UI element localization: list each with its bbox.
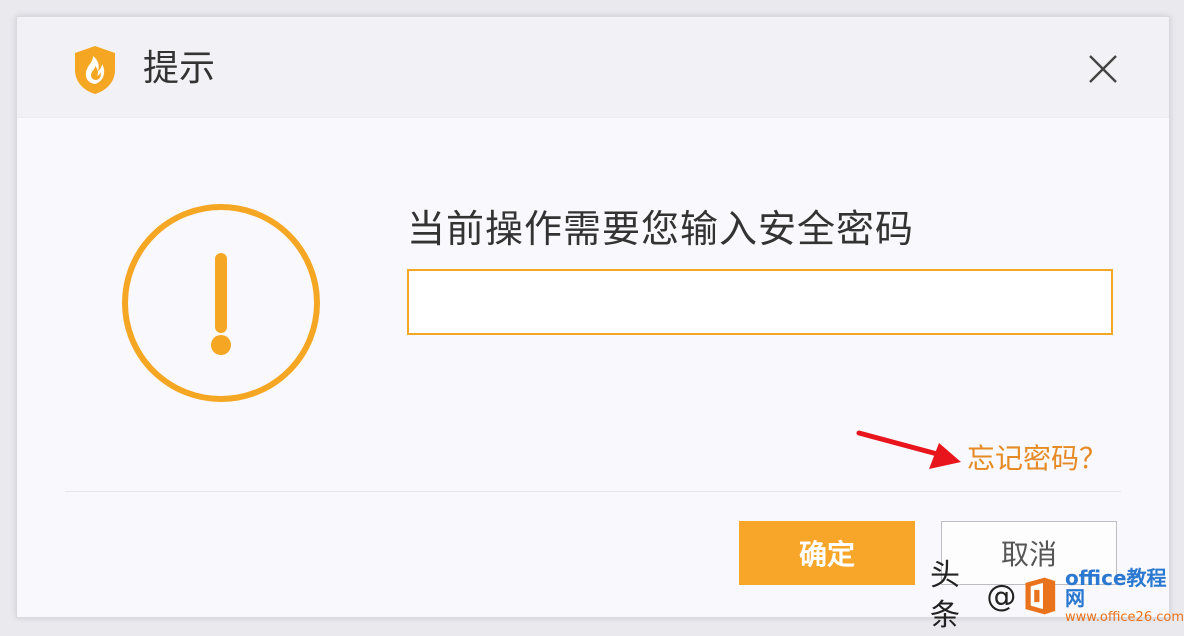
watermark-site-name: office教程网 bbox=[1065, 566, 1167, 610]
annotation-arrow-icon bbox=[856, 430, 961, 469]
dialog-title: 提示 bbox=[143, 48, 216, 89]
forgot-password-link[interactable]: 忘记密码？ bbox=[967, 439, 1107, 479]
dialog-titlebar: 提示 bbox=[17, 17, 1169, 118]
watermark-site: office教程网 www.office26.com bbox=[1065, 568, 1184, 624]
watermark: 头条 @ office教程网 www.office26.com bbox=[930, 558, 1184, 633]
password-prompt: 当前操作需要您输入安全密码 bbox=[407, 207, 915, 251]
office-logo-icon bbox=[1025, 577, 1056, 615]
watermark-text: 头条 bbox=[930, 558, 960, 633]
exclamation-circle-icon bbox=[122, 204, 320, 402]
confirm-button[interactable]: 确定 bbox=[739, 521, 915, 585]
watermark-site-url: www.office26.com bbox=[1065, 610, 1184, 625]
watermark-at: @ bbox=[986, 578, 1017, 614]
close-icon[interactable] bbox=[1087, 53, 1119, 85]
password-input[interactable] bbox=[407, 269, 1113, 335]
footer-divider bbox=[65, 491, 1121, 492]
flame-shield-icon bbox=[75, 46, 115, 94]
password-dialog: 提示 当前操作需要您输入安全密码 忘记密码？ 确定 取消 bbox=[16, 16, 1170, 618]
